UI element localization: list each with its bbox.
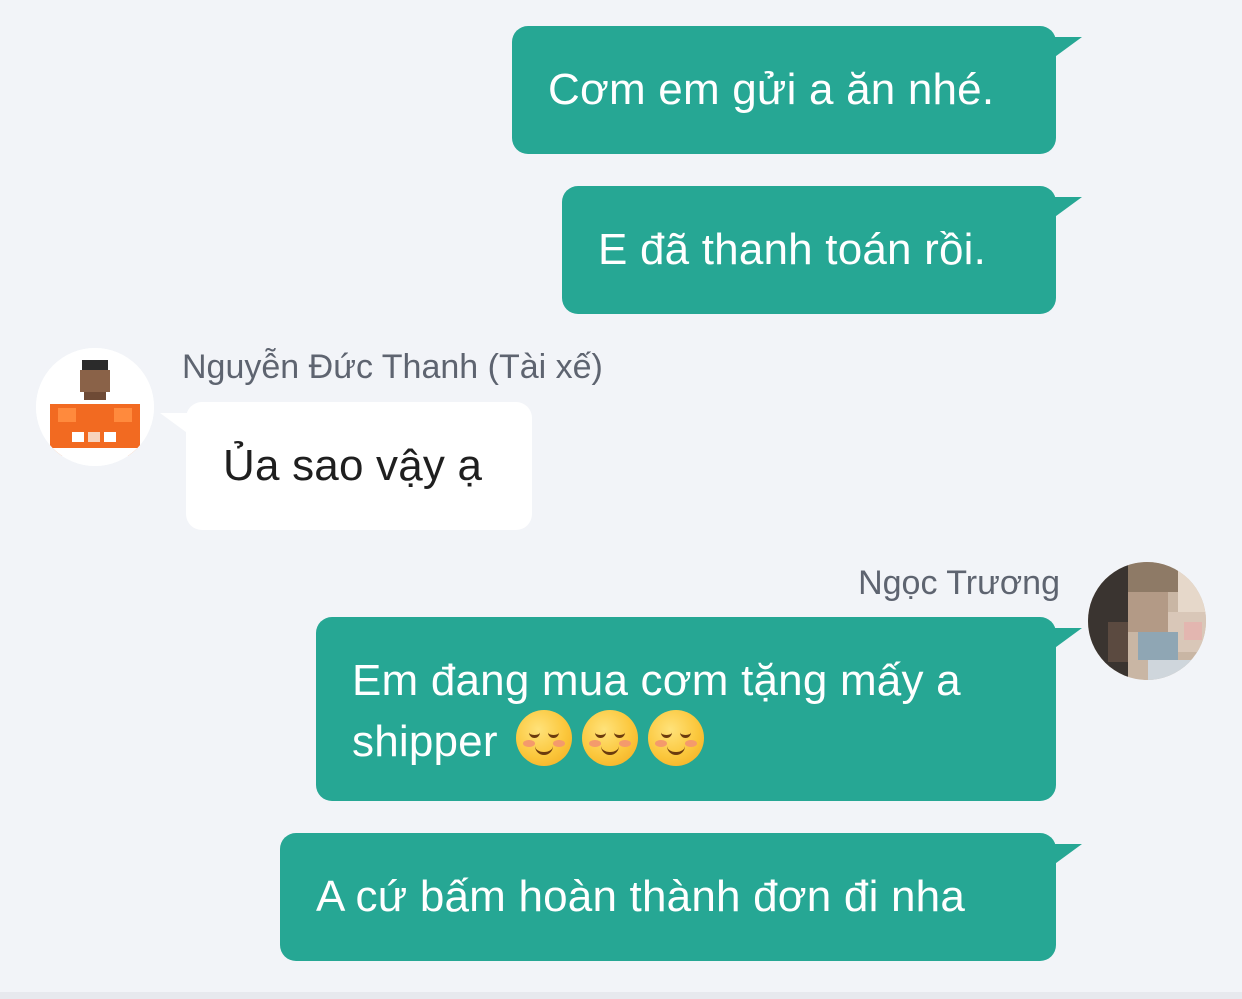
message-text: E đã thanh toán rồi. [598, 225, 987, 274]
sender-name: Nguyễn Đức Thanh (Tài xế) [182, 348, 603, 386]
user-avatar[interactable] [1088, 562, 1206, 680]
bubble-tail [1052, 844, 1082, 866]
message-text: A cứ bấm hoàn thành đơn đi nha [316, 872, 965, 921]
driver-avatar[interactable] [36, 348, 154, 466]
bubble-tail [1052, 37, 1082, 59]
message-text-line1: Em đang mua cơm tặng mấy a [352, 656, 961, 705]
message-bubble-incoming[interactable]: Ủa sao vậy ạ [186, 402, 532, 530]
message-bubble-outgoing[interactable]: E đã thanh toán rồi. [562, 186, 1056, 314]
smiling-face-emoji-icon [647, 710, 704, 766]
smiling-face-emoji-icon [581, 710, 638, 766]
message-bubble-outgoing[interactable]: Cơm em gửi a ăn nhé. [512, 26, 1056, 154]
message-bubble-outgoing[interactable]: A cứ bấm hoàn thành đơn đi nha [280, 833, 1056, 961]
bubble-tail [160, 413, 190, 435]
message-text-line2: shipper [352, 710, 1056, 771]
bubble-tail [1052, 628, 1082, 650]
message-text: Ủa sao vậy ạ [223, 441, 483, 490]
message-text: Cơm em gửi a ăn nhé. [548, 65, 995, 114]
bubble-tail [1052, 197, 1082, 219]
sender-name: Ngọc Trương [858, 564, 1060, 602]
smiling-face-emoji-icon [515, 710, 572, 766]
message-text-line2-word: shipper [352, 717, 498, 766]
input-bar-edge [0, 992, 1242, 999]
message-bubble-outgoing[interactable]: Em đang mua cơm tặng mấy a shipper [316, 617, 1056, 801]
